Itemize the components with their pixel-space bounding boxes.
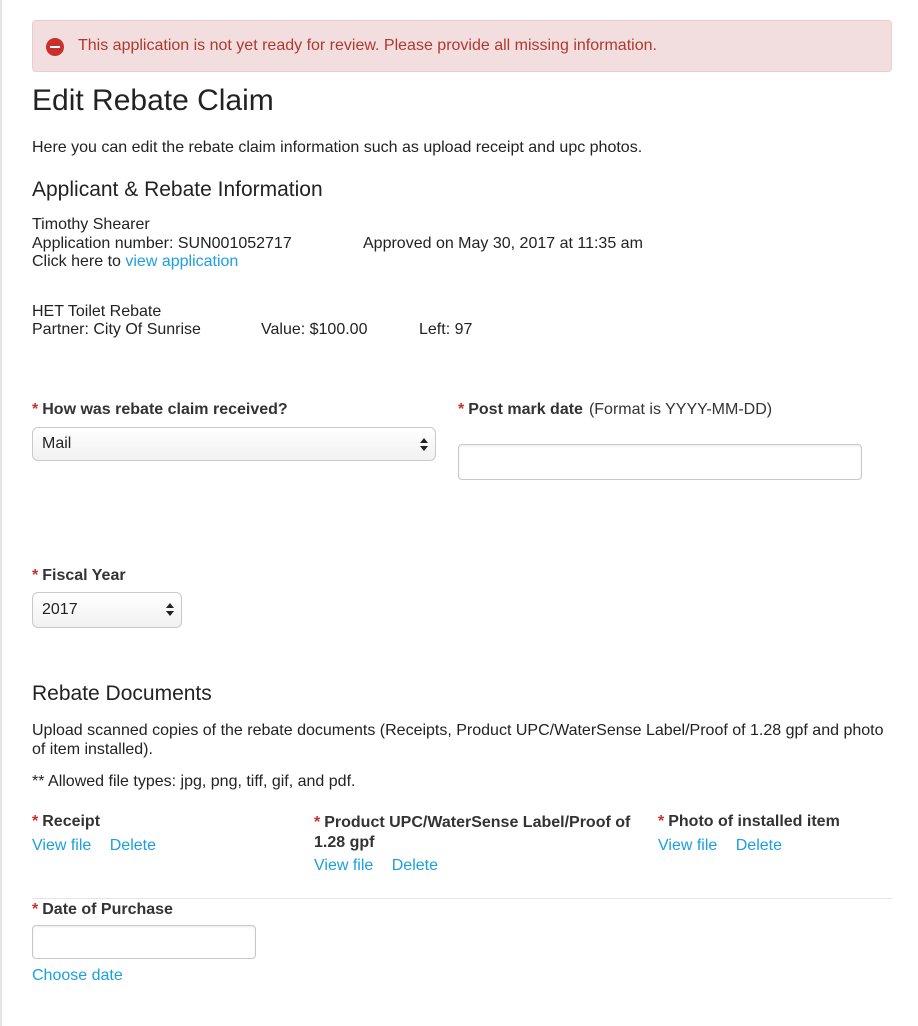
select-arrows-icon [420, 428, 428, 460]
fiscal-year-select[interactable]: 2017 [32, 592, 182, 628]
receipt-actions: View file Delete [32, 837, 156, 855]
upc-delete-link[interactable]: Delete [392, 857, 438, 874]
required-mark: * [314, 814, 321, 831]
allowed-file-types: ** Allowed file types: jpg, png, tiff, g… [32, 773, 356, 790]
upc-label-text: Product UPC/WaterSense Label/Proof of 1.… [314, 814, 631, 851]
receipt-delete-link[interactable]: Delete [110, 837, 156, 854]
required-mark: * [458, 401, 465, 418]
rebate-value: Value: $100.00 [261, 321, 368, 338]
upc-actions: View file Delete [314, 857, 438, 875]
postmark-date-input[interactable] [458, 444, 862, 480]
fiscal-year-label-text: Fiscal Year [42, 567, 126, 584]
required-mark: * [658, 813, 665, 830]
rebate-partner: Partner: City Of Sunrise [32, 321, 201, 338]
page-title: Edit Rebate Claim [32, 84, 274, 117]
photo-view-file-link[interactable]: View file [658, 837, 717, 854]
choose-date-link[interactable]: Choose date [32, 967, 123, 984]
photo-label-text: Photo of installed item [668, 813, 840, 830]
required-mark: * [32, 901, 39, 918]
received-select-value: Mail [42, 435, 72, 452]
upc-view-file-link[interactable]: View file [314, 857, 373, 874]
required-mark: * [32, 567, 39, 584]
view-application-link[interactable]: view application [125, 253, 238, 270]
approved-date: Approved on May 30, 2017 at 11:35 am [363, 235, 643, 252]
purchase-date-input[interactable] [32, 925, 256, 959]
documents-heading: Rebate Documents [32, 682, 212, 705]
rebate-name: HET Toilet Rebate [32, 303, 162, 320]
receipt-label: * Receipt [32, 813, 100, 831]
received-select[interactable]: Mail [32, 427, 436, 461]
postmark-format-hint: (Format is YYYY-MM-DD) [588, 401, 773, 418]
applicant-name: Timothy Shearer [32, 216, 150, 233]
received-label-text: How was rebate claim received? [42, 401, 288, 418]
purchase-date-label-text: Date of Purchase [42, 901, 173, 918]
postmark-label: * Post mark date (Format is YYYY-MM-DD) [458, 401, 772, 419]
received-label: * How was rebate claim received? [32, 401, 288, 419]
photo-delete-link[interactable]: Delete [736, 837, 782, 854]
choose-date-wrapper: Choose date [32, 967, 123, 985]
rebate-left: Left: 97 [419, 321, 473, 338]
photo-label: * Photo of installed item [658, 813, 840, 831]
receipt-label-text: Receipt [42, 813, 101, 830]
error-alert: This application is not yet ready for re… [32, 20, 892, 72]
postmark-label-text: Post mark date [468, 401, 583, 418]
fiscal-year-value: 2017 [42, 601, 78, 618]
select-arrows-icon [166, 593, 174, 625]
page-left-border [0, 0, 2, 1026]
applicant-heading: Applicant & Rebate Information [32, 178, 323, 201]
application-number: Application number: SUN001052717 [32, 235, 292, 252]
fiscal-year-label: * Fiscal Year [32, 567, 126, 585]
upc-label: * Product UPC/WaterSense Label/Proof of 1… [314, 813, 659, 853]
required-mark: * [32, 401, 39, 418]
page-description: Here you can edit the rebate claim infor… [32, 139, 643, 156]
documents-description: Upload scanned copies of the rebate docu… [32, 722, 884, 758]
photo-actions: View file Delete [658, 837, 782, 855]
receipt-view-file-link[interactable]: View file [32, 837, 91, 854]
alert-message: This application is not yet ready for re… [78, 37, 657, 54]
purchase-date-label: * Date of Purchase [32, 901, 173, 919]
required-mark: * [32, 813, 39, 830]
section-divider [32, 898, 892, 899]
minus-circle-icon [46, 38, 64, 56]
view-application-line: Click here to view application [32, 253, 238, 271]
click-here-text: Click here to [32, 253, 121, 270]
